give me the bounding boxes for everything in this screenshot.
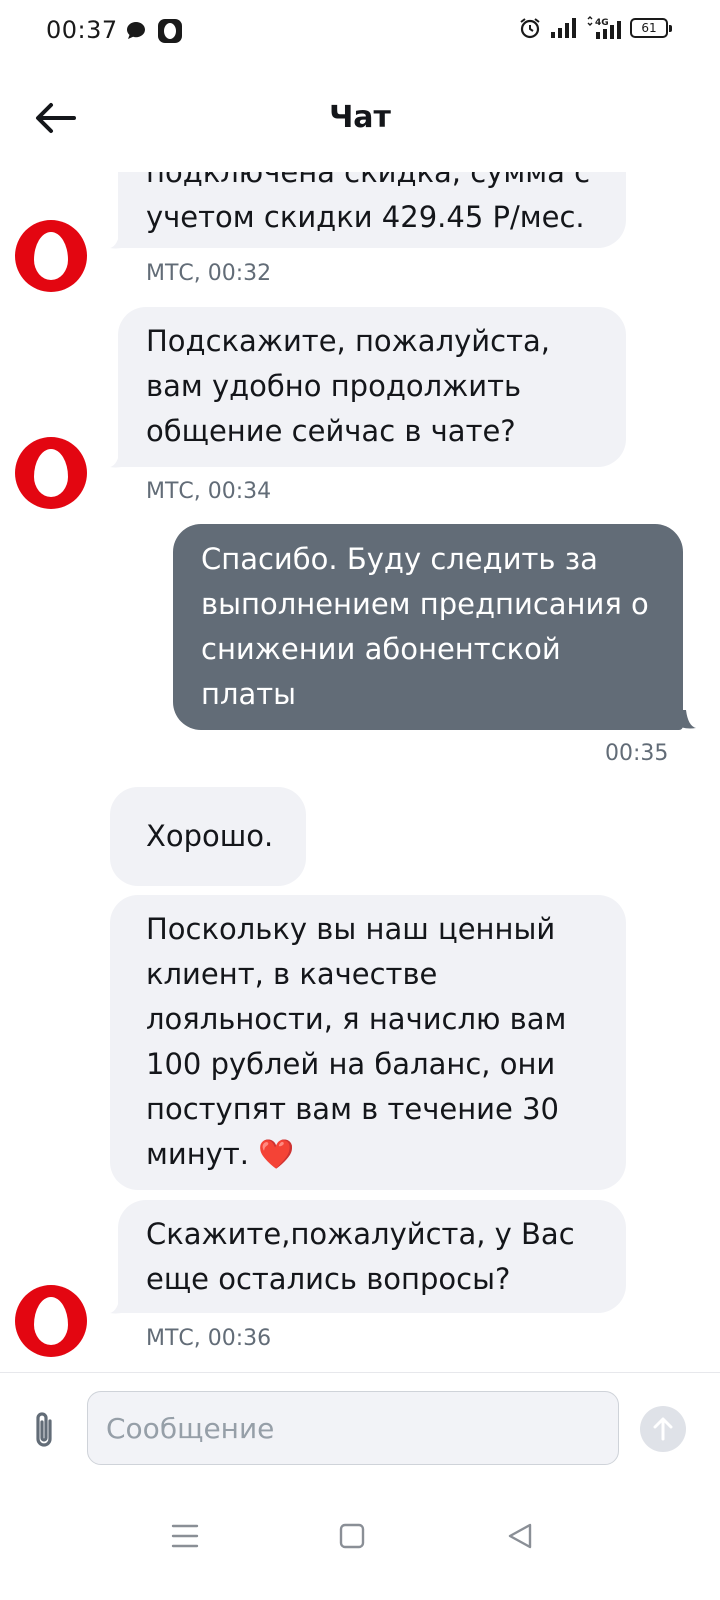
battery-level: 61 [641,21,657,35]
battery-icon: 61 [630,18,672,38]
message-bubble-incoming: подключена скидка, сумма с учетом скидки… [118,172,626,248]
message-meta: МТС, 00:36 [146,1326,272,1351]
message-text-line: клиент, в качестве [146,957,438,991]
message-text-line: Скажите,пожалуйста, у Вас [146,1217,575,1251]
svg-text:4G: 4G [595,18,609,28]
status-bar: 00:37 4G 61 [0,0,720,66]
bubble-tail [674,710,696,729]
message-meta: МТС, 00:34 [146,479,272,504]
message-text-line: выполнением предписания о [201,587,649,621]
alarm-icon [520,18,540,39]
triangle-back-icon [508,1523,532,1549]
chat-screen: 00:37 4G 61 Чат подключена скидка, сумма… [0,0,720,1600]
message-text-line: учетом скидки 429.45 Р/мес. [146,200,585,234]
message-input[interactable] [87,1391,619,1465]
notification-icons [125,18,183,44]
message-text-line: минут. ❤️ [146,1137,295,1171]
nav-home-button[interactable] [322,1506,382,1566]
message-text-line: Подскажите, пожалуйста, [146,324,550,358]
message-text-line: Спасибо. Буду следить за [201,542,598,576]
paperclip-icon [36,1412,52,1447]
message-bubble-incoming: Подскажите, пожалуйста, вам удобно продо… [118,307,626,467]
message-bubble-incoming: Хорошо. [110,787,306,886]
message-text-line: лояльности, я начислю вам [146,1002,567,1036]
message-text-line: Хорошо. [146,819,274,853]
mts-logo-icon [15,1285,87,1357]
arrow-up-icon [653,1417,673,1441]
system-navigation-bar [0,1484,720,1600]
app-notification-icon [158,19,182,43]
message-meta: МТС, 00:32 [146,261,272,286]
message-bubble-incoming: Скажите,пожалуйста, у Вас еще остались в… [118,1200,626,1313]
signal-4g-icon: 4G [587,16,621,39]
mts-logo-icon [15,437,87,509]
message-text-line: подключена скидка, сумма с [146,172,591,189]
bubble-tail [110,230,132,249]
mts-logo-icon [15,220,87,292]
nav-menu-button[interactable] [155,1506,215,1566]
attach-button[interactable] [22,1405,66,1455]
message-text-line: Поскольку вы наш ценный [146,912,556,946]
message-list[interactable]: подключена скидка, сумма с учетом скидки… [0,172,720,1372]
send-button[interactable] [640,1406,686,1452]
message-text-line: поступят вам в течение 30 [146,1092,559,1126]
nav-back-button[interactable] [490,1506,550,1566]
message-text-line: общение сейчас в чате? [146,414,516,448]
message-meta: 00:35 [605,741,669,766]
message-bubble-incoming: Поскольку вы наш ценный клиент, в качест… [110,895,626,1190]
square-icon [339,1523,365,1549]
message-text-line: платы [201,677,297,711]
status-time: 00:37 [46,16,118,44]
bubble-tail [110,449,132,468]
message-bubble-outgoing: Спасибо. Буду следить за выполнением пре… [173,524,683,730]
message-text-line: вам удобно продолжить [146,369,522,403]
message-text-line: 100 рублей на баланс, они [146,1047,556,1081]
chat-bubble-icon [127,22,145,39]
message-composer [0,1372,720,1484]
menu-icon [171,1524,199,1548]
bubble-tail [110,1295,132,1314]
page-title: Чат [329,100,391,135]
signal-icon [551,18,576,38]
message-text-line: еще остались вопросы? [146,1262,511,1296]
message-text-line: снижении абонентской [201,632,561,666]
chat-header: Чат [0,66,720,172]
system-icons: 4G 61 [518,16,672,40]
